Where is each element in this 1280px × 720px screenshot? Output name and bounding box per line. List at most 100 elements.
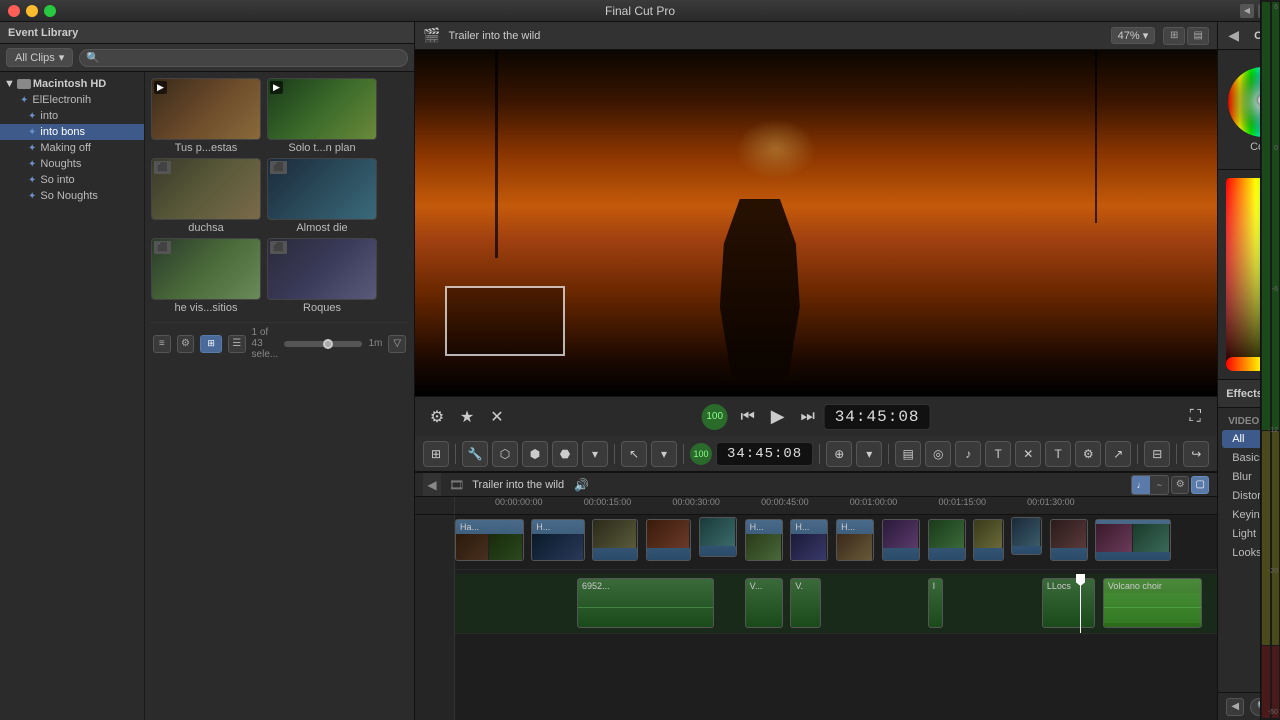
- share-btn2[interactable]: ↪: [1183, 441, 1209, 467]
- audio-clip[interactable]: LLocs: [1042, 578, 1095, 628]
- zoom-button[interactable]: 47% ▾: [1111, 27, 1156, 44]
- grid-view-btn[interactable]: ⊞: [200, 335, 222, 353]
- audio-meter-btn[interactable]: ♩: [1132, 476, 1150, 494]
- sidebar-item-so-into[interactable]: ✦ So into: [0, 172, 144, 188]
- trim-btn[interactable]: ▾: [582, 441, 608, 467]
- export-btn[interactable]: ⊞: [423, 441, 449, 467]
- clip-zoom-slider[interactable]: [284, 341, 362, 347]
- blade-btn[interactable]: ⬡: [492, 441, 518, 467]
- vu-channel-left: [1261, 0, 1271, 720]
- slider-handle[interactable]: [323, 339, 333, 349]
- timeline-zoom-btn[interactable]: ▢: [1191, 476, 1209, 494]
- sidebar-item-making-off[interactable]: ✦ Making off: [0, 140, 144, 156]
- video-clip[interactable]: [882, 519, 920, 561]
- view-mode-btn2[interactable]: ▤: [1187, 27, 1209, 45]
- list-view-btn2[interactable]: ☰: [228, 335, 246, 353]
- clip-item[interactable]: ⬛ duchsa: [151, 158, 261, 234]
- view-mode-btn[interactable]: ⊞: [1163, 27, 1185, 45]
- filter-icon[interactable]: ▽: [388, 335, 406, 353]
- timeline-back-btn[interactable]: ◀: [423, 473, 441, 496]
- video-clip[interactable]: Ha...: [455, 519, 524, 561]
- skip-back-btn[interactable]: ⏮: [734, 403, 762, 431]
- all-clips-button[interactable]: All Clips ▾: [6, 48, 73, 67]
- connect-btn[interactable]: ⬢: [522, 441, 548, 467]
- video-clip[interactable]: H...: [531, 519, 584, 561]
- photo-btn[interactable]: ◎: [925, 441, 951, 467]
- toolbar-separator: [455, 444, 456, 464]
- close-button[interactable]: [8, 5, 20, 17]
- generator-btn[interactable]: T: [1045, 441, 1071, 467]
- fullscreen-btn[interactable]: ⛶: [1181, 403, 1209, 431]
- crop-overlay[interactable]: [445, 286, 565, 356]
- video-frame: [415, 50, 1217, 396]
- star-icon: ✦: [28, 191, 36, 202]
- video-clip[interactable]: [699, 517, 737, 557]
- clip-item[interactable]: ⬛ Roques: [267, 238, 377, 314]
- favorites-btn[interactable]: ★: [453, 403, 481, 431]
- sidebar-item-label: into bons: [40, 126, 85, 138]
- sidebar-item-so-noughts[interactable]: ✦ So Noughts: [0, 188, 144, 204]
- select-dropdown[interactable]: ▾: [651, 441, 677, 467]
- layout-btn[interactable]: ⊟: [1144, 441, 1170, 467]
- browser-search-input[interactable]: [86, 52, 401, 64]
- center-panel: 🎬 Trailer into the wild 47% ▾ ⊞ ▤: [415, 22, 1217, 720]
- disk-icon: [17, 79, 31, 89]
- sidebar-group-macintosh[interactable]: ▼ Macintosh HD: [0, 76, 144, 92]
- video-clip[interactable]: [973, 519, 1003, 561]
- waveform-btn[interactable]: ~: [1150, 476, 1168, 494]
- sidebar-item-noughts[interactable]: ✦ Noughts: [0, 156, 144, 172]
- minimize-button[interactable]: [26, 5, 38, 17]
- clip-item[interactable]: ⬛ Almost die: [267, 158, 377, 234]
- video-clip[interactable]: [592, 519, 638, 561]
- video-clip[interactable]: [1095, 519, 1171, 561]
- browser-search-box[interactable]: [79, 49, 408, 67]
- video-clip[interactable]: [928, 519, 966, 561]
- title-btn[interactable]: T: [985, 441, 1011, 467]
- transform-btn[interactable]: 🔧: [462, 441, 488, 467]
- sidebar-item-into-bons[interactable]: ✦ into bons: [0, 124, 144, 140]
- maximize-button[interactable]: [44, 5, 56, 17]
- video-scope-btn[interactable]: ▤: [895, 441, 921, 467]
- video-clip[interactable]: H...: [745, 519, 783, 561]
- vu-channels: [1261, 0, 1280, 720]
- themes-btn[interactable]: ⚙: [1075, 441, 1101, 467]
- audio-clip[interactable]: I: [928, 578, 943, 628]
- snapping-dropdown[interactable]: ▾: [856, 441, 882, 467]
- vu-segment-green: [1262, 2, 1270, 430]
- sidebar-item-into[interactable]: ✦ into: [0, 108, 144, 124]
- audio-clip-volcano[interactable]: Volcano choir: [1103, 578, 1202, 628]
- sidebar-item-electronikh[interactable]: ✦ ElElectronih: [0, 92, 144, 108]
- effects-collapse-btn[interactable]: ◀: [1226, 698, 1244, 716]
- clip-item[interactable]: ▶ Solo t...n plan: [267, 78, 377, 154]
- audio-clip[interactable]: 6952...: [577, 578, 714, 628]
- video-clip[interactable]: H...: [836, 519, 874, 561]
- clips-row: ▶ Tus p...estas ▶ Solo t...n plan: [151, 78, 408, 154]
- gear-icon[interactable]: ⚙: [177, 335, 195, 353]
- playhead[interactable]: [1080, 574, 1081, 633]
- clip-item[interactable]: ▶ Tus p...estas: [151, 78, 261, 154]
- reject-btn[interactable]: ✕: [483, 403, 511, 431]
- settings-btn[interactable]: ⚙: [423, 403, 451, 431]
- window-shrink-btn[interactable]: ◀: [1240, 4, 1254, 18]
- transitions-btn[interactable]: ✕: [1015, 441, 1041, 467]
- video-clip[interactable]: [646, 519, 692, 561]
- video-clip[interactable]: [1050, 519, 1088, 561]
- audio-clip[interactable]: V...: [745, 578, 783, 628]
- position-btn[interactable]: ⬣: [552, 441, 578, 467]
- audio-btn[interactable]: ♪: [955, 441, 981, 467]
- list-view-btn[interactable]: ≡: [153, 335, 171, 353]
- traffic-lights: [8, 5, 56, 17]
- audio-clip[interactable]: V.: [790, 578, 820, 628]
- play-button[interactable]: ▶: [764, 403, 792, 431]
- magnetic-btn[interactable]: ⊕: [826, 441, 852, 467]
- timeline-track-labels: [415, 515, 455, 720]
- share-btn[interactable]: ↗: [1105, 441, 1131, 467]
- timeline-settings-btn[interactable]: ⚙: [1171, 476, 1189, 494]
- video-clip[interactable]: [1011, 517, 1041, 555]
- clip-item[interactable]: ⬛ he vis...sitios: [151, 238, 261, 314]
- select-btn[interactable]: ↖: [621, 441, 647, 467]
- back-button[interactable]: ◀: [1228, 27, 1239, 44]
- timeline-tracks[interactable]: Ha... H... H... H... H...: [415, 515, 1217, 720]
- skip-forward-btn[interactable]: ⏭: [794, 403, 822, 431]
- video-clip[interactable]: H...: [790, 519, 828, 561]
